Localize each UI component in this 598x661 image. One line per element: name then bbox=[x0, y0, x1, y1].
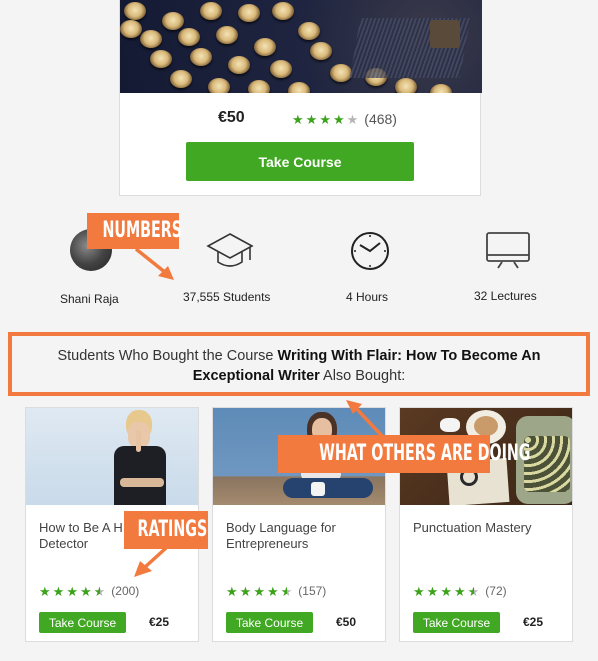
star-icon: ★ bbox=[346, 111, 359, 127]
numbers-annotation: NUMBERS bbox=[87, 213, 182, 249]
lectures-count: 32 Lectures bbox=[474, 289, 537, 303]
star-icon: ★ bbox=[93, 583, 106, 599]
graduation-cap-icon bbox=[206, 233, 254, 267]
course-rating: ★ ★ ★ ★ ★ (72) bbox=[413, 584, 507, 598]
star-icon: ★ bbox=[440, 583, 452, 599]
rating-count: (200) bbox=[111, 584, 140, 598]
social-proof-annotation: WHAT OTHERS ARE DOING bbox=[278, 435, 531, 473]
ratings-arrow-icon bbox=[134, 546, 168, 577]
course-title-line2: Detector bbox=[39, 536, 89, 551]
course-title-line1: Body Language for bbox=[226, 520, 336, 535]
take-course-button[interactable]: Take Course bbox=[413, 612, 500, 633]
headline-suffix: Also Bought: bbox=[319, 368, 406, 384]
also-bought-headline-box: Students Who Bought the Course Writing W… bbox=[8, 332, 590, 396]
star-rating: ★ ★ ★ ★ ★ bbox=[292, 113, 360, 126]
star-icon: ★ bbox=[253, 583, 265, 599]
take-course-button[interactable]: Take Course bbox=[39, 612, 126, 633]
headline-course-name-cont[interactable]: Exceptional Writer bbox=[193, 368, 320, 384]
rating-count: (72) bbox=[485, 584, 507, 598]
social-proof-annotation-label: WHAT OTHERS ARE DOING bbox=[319, 441, 531, 466]
also-bought-headline: Students Who Bought the Course Writing W… bbox=[12, 346, 586, 386]
star-icon: ★ bbox=[266, 583, 279, 599]
star-icon: ★ bbox=[467, 583, 480, 599]
star-icon: ★ bbox=[426, 583, 439, 599]
star-icon: ★ bbox=[226, 583, 238, 599]
headline-course-name[interactable]: Writing With Flair: How To Become An bbox=[278, 348, 541, 364]
headline-prefix: Students Who Bought the Course bbox=[57, 348, 278, 364]
course-price: €50 bbox=[336, 615, 357, 629]
star-icon: ★ bbox=[66, 583, 78, 599]
star-rating: ★ ★ ★ ★ ★ bbox=[413, 585, 481, 598]
featured-course-image bbox=[120, 0, 482, 93]
star-icon: ★ bbox=[39, 583, 51, 599]
course-hours: 4 Hours bbox=[346, 290, 389, 304]
featured-course-card: €50 ★ ★ ★ ★ ★ (468) Take Course bbox=[119, 0, 482, 196]
take-course-button[interactable]: Take Course bbox=[226, 612, 313, 633]
numbers-arrow-icon bbox=[134, 247, 174, 280]
star-icon: ★ bbox=[239, 583, 252, 599]
star-icon: ★ bbox=[52, 583, 65, 599]
course-title-line2: Entrepreneurs bbox=[226, 536, 309, 551]
course-rating: ★ ★ ★ ★ ★ (157) bbox=[226, 584, 326, 598]
course-title[interactable]: Punctuation Mastery bbox=[413, 520, 563, 536]
star-icon: ★ bbox=[413, 583, 425, 599]
star-icon: ★ bbox=[292, 111, 304, 127]
students-count: 37,555 Students bbox=[183, 290, 271, 304]
star-icon: ★ bbox=[332, 111, 345, 127]
numbers-annotation-label: NUMBERS bbox=[102, 218, 182, 243]
instructor-name[interactable]: Shani Raja bbox=[60, 292, 119, 306]
monitor-icon bbox=[486, 232, 530, 269]
course-rating: ★ ★ ★ ★ ★ (200) bbox=[39, 584, 139, 598]
star-rating: ★ ★ ★ ★ ★ bbox=[226, 585, 294, 598]
clock-icon bbox=[351, 232, 389, 270]
course-price: €25 bbox=[149, 615, 170, 629]
star-icon: ★ bbox=[319, 111, 331, 127]
star-icon: ★ bbox=[305, 111, 318, 127]
course-price: €25 bbox=[523, 615, 544, 629]
social-arrow-icon bbox=[346, 400, 384, 438]
course-title[interactable]: Body Language for Entrepreneurs bbox=[226, 520, 376, 552]
rating-count: (157) bbox=[298, 584, 327, 598]
featured-course-price: €50 bbox=[218, 109, 245, 126]
star-rating: ★ ★ ★ ★ ★ bbox=[39, 585, 107, 598]
take-course-button[interactable]: Take Course bbox=[186, 142, 414, 181]
star-icon: ★ bbox=[280, 583, 293, 599]
course-image[interactable] bbox=[26, 408, 198, 505]
star-icon: ★ bbox=[453, 583, 466, 599]
featured-course-rating: ★ ★ ★ ★ ★ (468) bbox=[292, 111, 397, 127]
rating-count: (468) bbox=[364, 111, 397, 127]
star-icon: ★ bbox=[79, 583, 92, 599]
course-title-line1: How to Be A H bbox=[39, 520, 123, 535]
